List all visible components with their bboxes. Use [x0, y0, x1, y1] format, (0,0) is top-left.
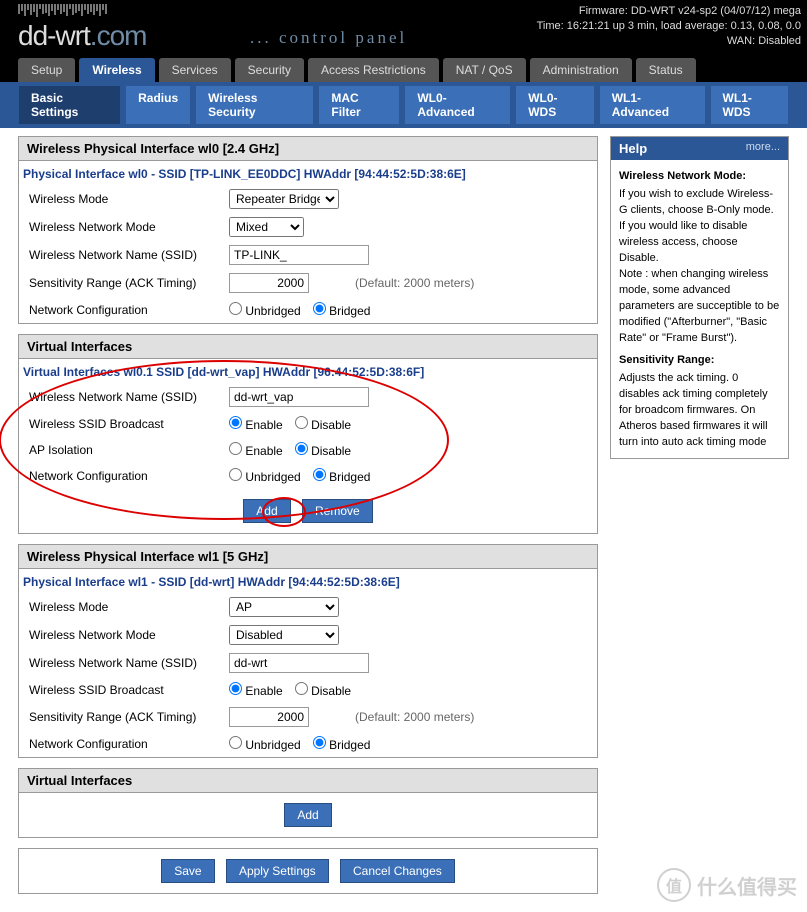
wl1-broadcast-enable-radio[interactable]: [229, 682, 242, 695]
wl0-sens-input[interactable]: [229, 273, 309, 293]
wl0-sens-default: (Default: 2000 meters): [355, 276, 474, 290]
barcode-decoration: [18, 4, 107, 17]
vif0-ssid-input[interactable]: [229, 387, 369, 407]
wl0-netmode-label: Wireless Network Mode: [29, 220, 229, 234]
wl1-title: Physical Interface wl1 - SSID [dd-wrt] H…: [19, 569, 597, 593]
firmware-info: Firmware: DD-WRT v24-sp2 (04/07/12) mega: [537, 4, 801, 19]
wl0-unbridged-radio[interactable]: [229, 302, 242, 315]
help-more-link[interactable]: more...: [746, 141, 780, 156]
vif0-remove-button[interactable]: Remove: [302, 499, 373, 523]
vif0-apiso-disable-radio[interactable]: [295, 442, 308, 455]
subtab-mac-filter[interactable]: MAC Filter: [318, 85, 400, 125]
wl0-legend: Wireless Physical Interface wl0 [2.4 GHz…: [19, 137, 597, 161]
tab-security[interactable]: Security: [235, 58, 304, 82]
wl1-broadcast-disable-radio[interactable]: [295, 682, 308, 695]
sub-tabs: Basic SettingsRadiusWireless SecurityMAC…: [0, 82, 807, 128]
wl0-mode-label: Wireless Mode: [29, 192, 229, 206]
wl1-netmode-select[interactable]: Disabled: [229, 625, 339, 645]
vif1-legend: Virtual Interfaces: [19, 769, 597, 793]
app-header: dd-wrt.com ... control panel Firmware: D…: [0, 0, 807, 58]
logo: dd-wrt.com: [18, 20, 146, 52]
subtab-wireless-security[interactable]: Wireless Security: [195, 85, 314, 125]
help-p2: Adjusts the ack timing. 0 disables ack t…: [619, 372, 768, 448]
wl1-mode-select[interactable]: AP: [229, 597, 339, 617]
wl1-sens-label: Sensitivity Range (ACK Timing): [29, 710, 229, 724]
tab-wireless[interactable]: Wireless: [79, 58, 154, 82]
tab-administration[interactable]: Administration: [530, 58, 632, 82]
time-info: Time: 16:21:21 up 3 min, load average: 0…: [537, 19, 801, 34]
help-p1: If you wish to exclude Wireless-G client…: [619, 188, 774, 264]
main-tabs: SetupWirelessServicesSecurityAccess Rest…: [0, 58, 807, 82]
vif0-ssid-label: Wireless Network Name (SSID): [29, 390, 229, 404]
wl1-ssid-input[interactable]: [229, 653, 369, 673]
vif0-apiso-label: AP Isolation: [29, 443, 229, 457]
wl0-netmode-select[interactable]: Mixed: [229, 217, 304, 237]
wl0-bridged-radio[interactable]: [313, 302, 326, 315]
wl1-mode-label: Wireless Mode: [29, 600, 229, 614]
vif0-add-button[interactable]: Add: [243, 499, 290, 523]
vif0-bridged-radio[interactable]: [313, 468, 326, 481]
vif1-add-button[interactable]: Add: [284, 803, 331, 827]
subtab-wl1-wds[interactable]: WL1-WDS: [710, 85, 789, 125]
wl0-netcfg-label: Network Configuration: [29, 303, 229, 317]
subtab-wl0-wds[interactable]: WL0-WDS: [515, 85, 594, 125]
status-info: Firmware: DD-WRT v24-sp2 (04/07/12) mega…: [537, 4, 801, 49]
cancel-changes-button[interactable]: Cancel Changes: [340, 859, 455, 883]
subtab-wl1-advanced[interactable]: WL1-Advanced: [599, 85, 706, 125]
wl1-netcfg-label: Network Configuration: [29, 737, 229, 751]
tab-status[interactable]: Status: [636, 58, 696, 82]
vif0-broadcast-enable-radio[interactable]: [229, 416, 242, 429]
wl1-ssid-label: Wireless Network Name (SSID): [29, 656, 229, 670]
vif0-title: Virtual Interfaces wl0.1 SSID [dd-wrt_va…: [19, 359, 597, 383]
vif0-broadcast-label: Wireless SSID Broadcast: [29, 417, 229, 431]
help-header: Help more...: [611, 137, 788, 160]
apply-settings-button[interactable]: Apply Settings: [226, 859, 329, 883]
wl1-fieldset: Wireless Physical Interface wl1 [5 GHz] …: [18, 544, 598, 758]
vif0-fieldset: Virtual Interfaces Virtual Interfaces wl…: [18, 334, 598, 534]
help-h2: Sensitivity Range:: [619, 352, 780, 368]
vif0-netcfg-label: Network Configuration: [29, 469, 229, 483]
wl1-unbridged-radio[interactable]: [229, 736, 242, 749]
help-h1: Wireless Network Mode:: [619, 168, 780, 184]
help-body: Wireless Network Mode: If you wish to ex…: [611, 160, 788, 458]
tab-nat-qos[interactable]: NAT / QoS: [443, 58, 526, 82]
wl0-title: Physical Interface wl0 - SSID [TP-LINK_E…: [19, 161, 597, 185]
tab-services[interactable]: Services: [159, 58, 231, 82]
tab-setup[interactable]: Setup: [18, 58, 75, 82]
wl1-bridged-radio[interactable]: [313, 736, 326, 749]
save-button[interactable]: Save: [161, 859, 214, 883]
vif0-unbridged-radio[interactable]: [229, 468, 242, 481]
subtab-basic-settings[interactable]: Basic Settings: [18, 85, 121, 125]
wl1-sens-input[interactable]: [229, 707, 309, 727]
help-p1b: Note : when changing wireless mode, some…: [619, 268, 779, 344]
wan-info: WAN: Disabled: [537, 34, 801, 49]
wl1-legend: Wireless Physical Interface wl1 [5 GHz]: [19, 545, 597, 569]
subtab-radius[interactable]: Radius: [125, 85, 191, 125]
footer-fieldset: Save Apply Settings Cancel Changes: [18, 848, 598, 894]
wl0-mode-select[interactable]: Repeater Bridge: [229, 189, 339, 209]
wl1-netmode-label: Wireless Network Mode: [29, 628, 229, 642]
tab-access-restrictions[interactable]: Access Restrictions: [308, 58, 439, 82]
wl1-sens-default: (Default: 2000 meters): [355, 710, 474, 724]
wl0-fieldset: Wireless Physical Interface wl0 [2.4 GHz…: [18, 136, 598, 324]
wl0-sens-label: Sensitivity Range (ACK Timing): [29, 276, 229, 290]
wl1-broadcast-label: Wireless SSID Broadcast: [29, 683, 229, 697]
vif0-legend: Virtual Interfaces: [19, 335, 597, 359]
help-box: Help more... Wireless Network Mode: If y…: [610, 136, 789, 459]
wl0-ssid-input[interactable]: [229, 245, 369, 265]
vif0-apiso-enable-radio[interactable]: [229, 442, 242, 455]
wl0-ssid-label: Wireless Network Name (SSID): [29, 248, 229, 262]
vif1-fieldset: Virtual Interfaces Add: [18, 768, 598, 838]
control-panel-label: ... control panel: [250, 28, 407, 48]
vif0-broadcast-disable-radio[interactable]: [295, 416, 308, 429]
subtab-wl0-advanced[interactable]: WL0-Advanced: [404, 85, 511, 125]
